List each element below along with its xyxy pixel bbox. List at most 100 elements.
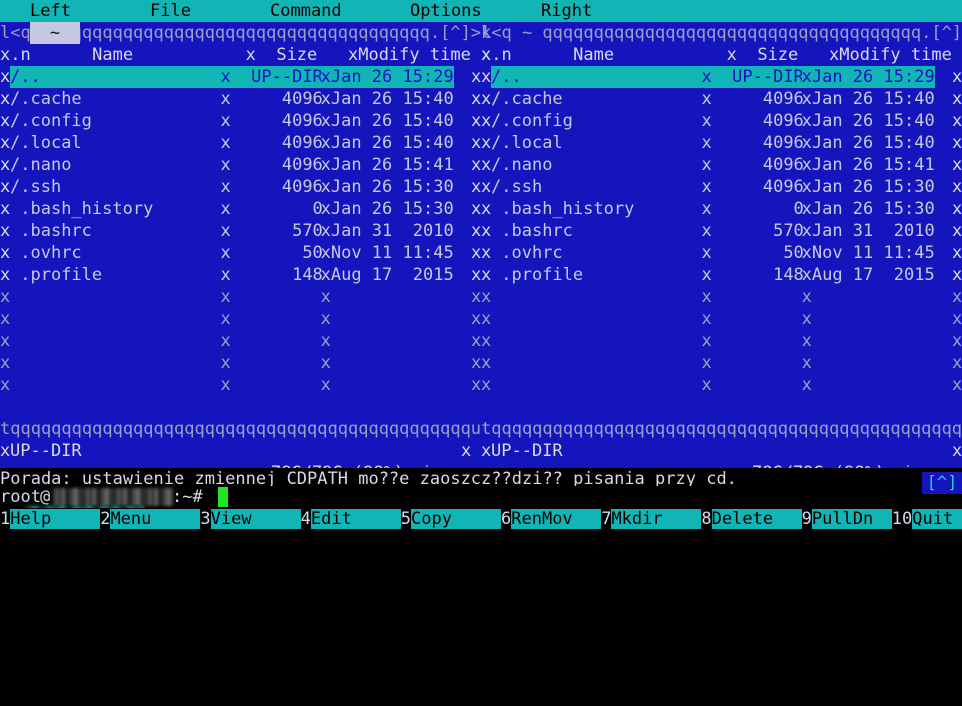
file-size[interactable]: x 4096 bbox=[220, 132, 322, 154]
file-name[interactable]: /.. bbox=[10, 66, 225, 88]
file-size[interactable]: x 4096 bbox=[701, 154, 803, 176]
file-mtime[interactable]: xJan 31 2010 bbox=[802, 220, 935, 242]
function-key-f2[interactable]: 2Menu bbox=[100, 508, 203, 530]
file-size[interactable]: x 50 bbox=[220, 242, 322, 264]
file-size[interactable]: x 0 bbox=[220, 198, 322, 220]
right-panel-vline-end: x bbox=[952, 441, 962, 461]
file-size[interactable]: x 50 bbox=[701, 242, 803, 264]
left-panel-title[interactable]: ~ bbox=[30, 22, 80, 44]
function-key-f6[interactable]: 6RenMov bbox=[501, 508, 604, 530]
panel-border-right: x bbox=[470, 199, 482, 219]
panel-border-char: x bbox=[220, 331, 231, 351]
file-mtime[interactable]: xJan 26 15:40 bbox=[321, 88, 454, 110]
file-size[interactable]: x 570 bbox=[220, 220, 322, 242]
file-size[interactable]: x 4096 bbox=[220, 88, 322, 110]
file-size[interactable]: x 4096 bbox=[701, 176, 803, 198]
panel-border-left: x bbox=[0, 111, 11, 131]
file-size[interactable]: x 148 bbox=[701, 264, 803, 286]
file-name[interactable]: .profile bbox=[491, 264, 706, 286]
file-mtime[interactable]: xJan 26 15:29 bbox=[320, 66, 454, 88]
function-key-f1[interactable]: 1Help bbox=[0, 508, 103, 530]
panel-border-char: x bbox=[481, 287, 492, 307]
panel-border-left: x bbox=[0, 265, 11, 285]
file-name[interactable]: .bashrc bbox=[10, 220, 225, 242]
file-name[interactable]: /.config bbox=[491, 110, 706, 132]
panel-mid-separator-row: tqqqqqqqqqqqqqqqqqqqqqqqqqqqqqqqqqqqqqqq… bbox=[0, 418, 962, 440]
file-size[interactable]: x 4096 bbox=[220, 176, 322, 198]
panel-border-char: x bbox=[701, 375, 712, 395]
panel-border-char: x bbox=[320, 287, 331, 307]
menu-item-options[interactable]: Options bbox=[410, 0, 482, 22]
file-size[interactable]: x UP--DIR bbox=[220, 66, 323, 88]
file-name[interactable]: /.cache bbox=[10, 88, 225, 110]
file-mtime[interactable]: xJan 26 15:30 bbox=[802, 198, 935, 220]
file-mtime[interactable]: xJan 26 15:40 bbox=[802, 110, 935, 132]
file-mtime[interactable]: xJan 26 15:40 bbox=[802, 88, 935, 110]
panel-border-left: x bbox=[481, 243, 492, 263]
file-name[interactable]: .ovhrc bbox=[10, 242, 225, 264]
file-name[interactable]: /.ssh bbox=[491, 176, 706, 198]
file-mtime[interactable]: xAug 17 2015 bbox=[321, 264, 454, 286]
file-name[interactable]: /.nano bbox=[491, 154, 706, 176]
file-name[interactable]: .bash_history bbox=[491, 198, 706, 220]
file-size[interactable]: x 148 bbox=[220, 264, 322, 286]
left-panel-column-headers[interactable]: x.n Name x Size xModify time x bbox=[0, 44, 491, 66]
function-key-f10[interactable]: 10Quit bbox=[891, 508, 962, 530]
panel-border-char: x bbox=[951, 331, 962, 351]
menu-item-command[interactable]: Command bbox=[270, 0, 342, 22]
file-name[interactable]: /.cache bbox=[491, 88, 706, 110]
file-mtime[interactable]: xJan 26 15:40 bbox=[321, 132, 454, 154]
file-mtime[interactable]: xJan 26 15:29 bbox=[801, 66, 935, 88]
file-size[interactable]: x 4096 bbox=[701, 88, 803, 110]
panel-border-char: x bbox=[320, 331, 331, 351]
file-name[interactable]: /.local bbox=[491, 132, 706, 154]
file-name[interactable]: .profile bbox=[10, 264, 225, 286]
function-key-f8[interactable]: 8Delete bbox=[701, 508, 804, 530]
file-mtime[interactable]: xJan 26 15:41 bbox=[321, 154, 454, 176]
panel-border-left: x bbox=[0, 155, 11, 175]
panel-border-char: x bbox=[481, 331, 492, 351]
file-mtime[interactable]: xJan 26 15:40 bbox=[802, 132, 935, 154]
file-size[interactable]: x 4096 bbox=[701, 110, 803, 132]
file-mtime[interactable]: xAug 17 2015 bbox=[802, 264, 935, 286]
function-key-number: 10 bbox=[891, 509, 913, 529]
function-key-f7[interactable]: 7Mkdir bbox=[601, 508, 704, 530]
file-name[interactable]: .bash_history bbox=[10, 198, 225, 220]
scroll-up-indicator[interactable]: [^] bbox=[922, 472, 962, 494]
file-size[interactable]: x 0 bbox=[701, 198, 803, 220]
file-name[interactable]: /.local bbox=[10, 132, 225, 154]
panel-border-char: x bbox=[801, 375, 812, 395]
file-name[interactable]: /.config bbox=[10, 110, 225, 132]
function-key-f5[interactable]: 5Copy bbox=[400, 508, 504, 530]
file-size[interactable]: x 4096 bbox=[701, 132, 803, 154]
shell-prompt-line[interactable]: root @ :~# [^] bbox=[0, 472, 962, 514]
file-mtime[interactable]: xJan 26 15:30 bbox=[802, 176, 935, 198]
menu-item-left[interactable]: Left bbox=[30, 0, 71, 22]
file-name[interactable]: /.ssh bbox=[10, 176, 225, 198]
file-name[interactable]: /.. bbox=[491, 66, 706, 88]
right-panel-column-headers[interactable]: x.n Name x Size xModify time x bbox=[481, 44, 962, 66]
function-key-f4[interactable]: 4Edit bbox=[300, 508, 403, 530]
file-mtime[interactable]: xJan 26 15:30 bbox=[321, 176, 454, 198]
file-size[interactable]: x 4096 bbox=[220, 154, 322, 176]
file-mtime[interactable]: xNov 11 11:45 bbox=[802, 242, 935, 264]
file-mtime[interactable]: xNov 11 11:45 bbox=[321, 242, 454, 264]
menu-item-file[interactable]: File bbox=[150, 0, 191, 22]
file-name[interactable]: .bashrc bbox=[491, 220, 706, 242]
file-size[interactable]: x 570 bbox=[701, 220, 803, 242]
file-size[interactable]: x 4096 bbox=[220, 110, 322, 132]
file-mtime[interactable]: xJan 31 2010 bbox=[321, 220, 454, 242]
function-key-f9[interactable]: 9PullDn bbox=[801, 508, 894, 530]
file-mtime[interactable]: xJan 26 15:40 bbox=[321, 110, 454, 132]
file-name[interactable]: .ovhrc bbox=[491, 242, 706, 264]
menu-item-right[interactable]: Right bbox=[541, 0, 592, 22]
file-mtime[interactable]: xJan 26 15:30 bbox=[321, 198, 454, 220]
left-panel-vline-start: x bbox=[0, 441, 11, 461]
function-key-f3[interactable]: 3View bbox=[200, 508, 303, 530]
function-key-number: 4 bbox=[300, 509, 311, 529]
file-name[interactable]: /.nano bbox=[10, 154, 225, 176]
file-mtime[interactable]: xJan 26 15:41 bbox=[802, 154, 935, 176]
file-size[interactable]: x UP--DIR bbox=[701, 66, 804, 88]
panel-border-right: x bbox=[470, 111, 482, 131]
file-row: x .profile x 148 xAug 17 2015 x x .profile … bbox=[0, 264, 962, 286]
